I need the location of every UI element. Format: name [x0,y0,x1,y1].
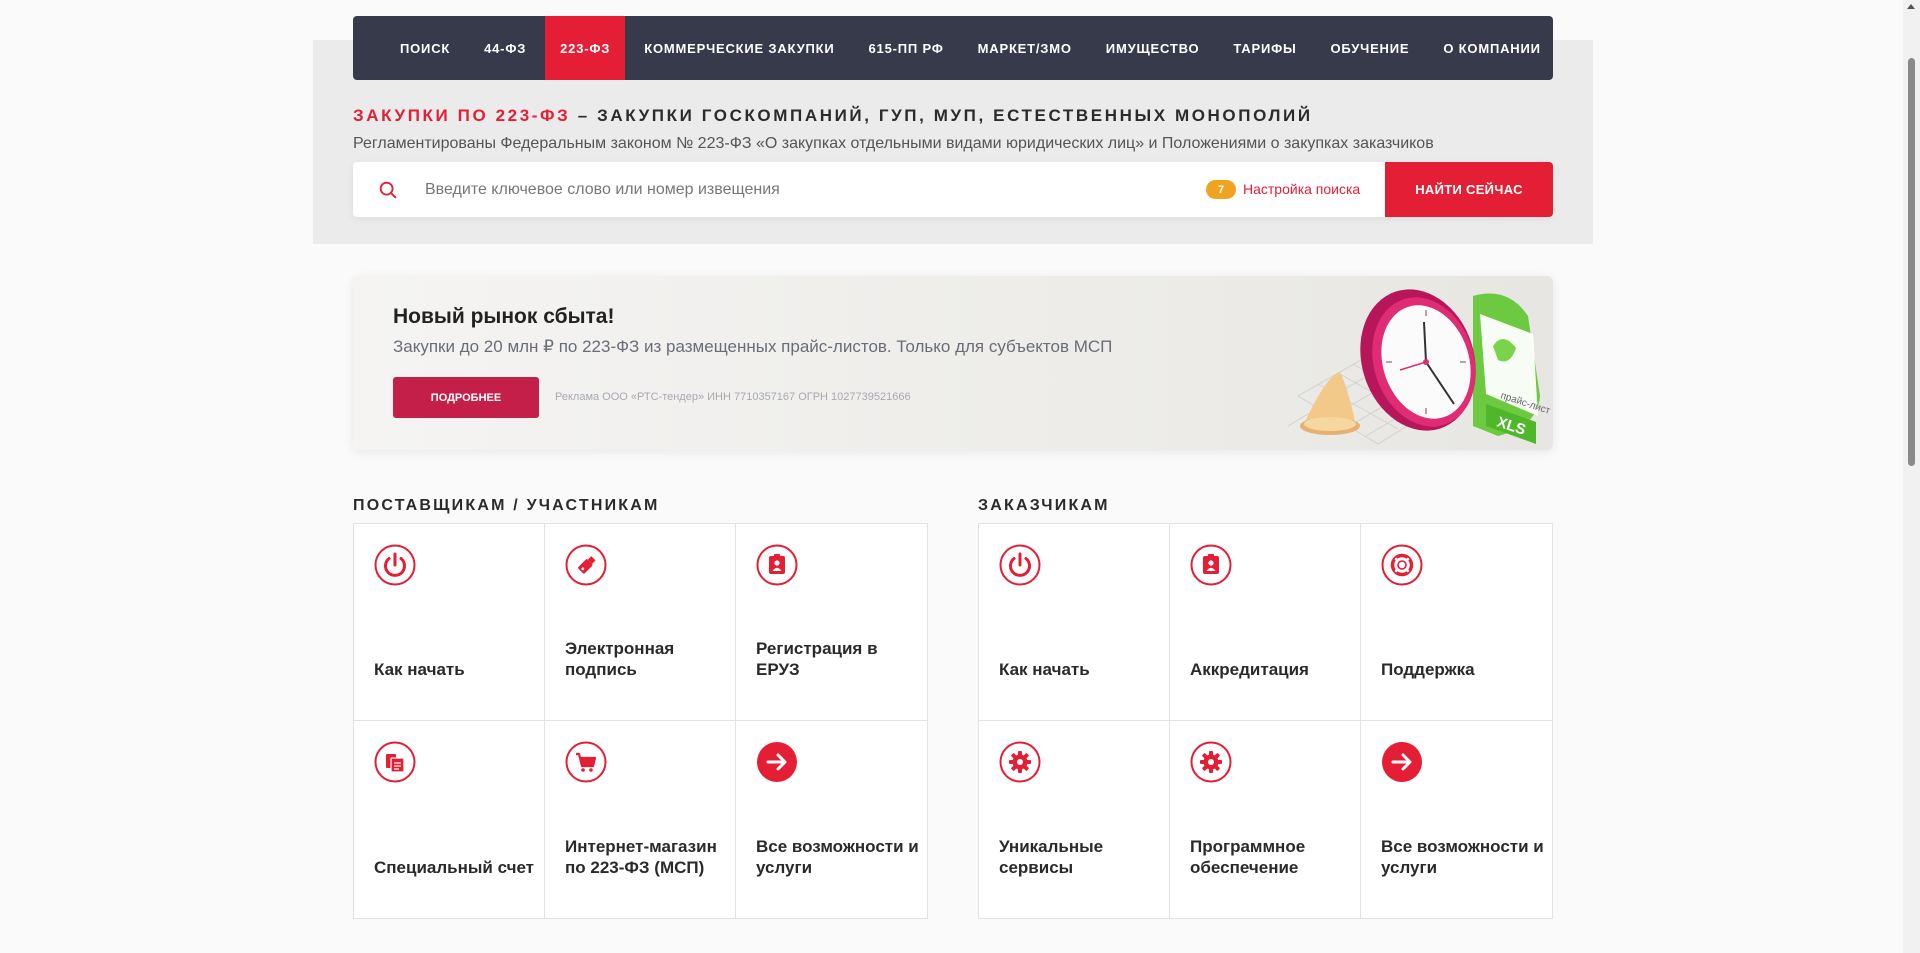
promo-title: Новый рынок сбыта! [393,305,615,328]
tile-label: Как начать [374,660,465,679]
tile-label: Поддержка [1381,660,1475,679]
tile-label: Регистрация в ЕРУЗ [756,639,878,679]
search-settings-count-badge: 7 [1206,180,1236,199]
promo-banner: Новый рынок сбыта! Закупки до 20 млн ₽ п… [353,276,1553,450]
promo-text: Закупки до 20 млн ₽ по 223-ФЗ из размеще… [393,337,1113,356]
customer-tile-support[interactable]: Поддержка [1361,524,1553,721]
supplier-tile-e-signature[interactable]: Электронная подпись [545,524,736,721]
customer-tile-how-to-start[interactable]: Как начать [979,524,1170,721]
nav-item-615pp[interactable]: 615-ПП РФ [854,16,959,80]
supplier-tile-online-store[interactable]: Интернет-магазин по 223-ФЗ (МСП) [545,721,736,919]
arrow-right-icon [1382,742,1422,782]
tile-label: Как начать [999,660,1090,679]
customer-tile-unique-services[interactable]: Уникальные сервисы [979,721,1170,919]
tile-label: Специальный счет [374,858,535,877]
supplier-tile-special-account[interactable]: Специальный счет [354,721,545,919]
scrollbar-thumb[interactable] [1908,58,1915,466]
clock-graphic [1360,289,1476,431]
power-icon [374,544,416,586]
tile-label: Программное обеспечение [1190,837,1306,877]
page-scrollbar[interactable] [1903,0,1920,953]
supplier-tile-all-services[interactable]: Все возможности и услуги [736,721,928,919]
suppliers-grid: Как начать Электронная подпись Регистрац… [353,523,928,919]
nav-item-search[interactable]: ПОИСК [385,16,465,80]
top-navigation: ПОИСК 44-ФЗ 223-ФЗ КОММЕРЧЕСКИЕ ЗАКУПКИ … [353,16,1553,80]
nav-item-about[interactable]: О КОМПАНИИ [1428,16,1555,80]
gear-icon [999,741,1041,783]
promo-illustration: прайс-лист XLS [1287,289,1552,445]
search-input[interactable] [425,162,1185,217]
usb-key-icon [565,544,607,586]
customer-tile-software[interactable]: Программное обеспечение [1170,721,1361,919]
document-stack-icon [374,741,416,783]
page-title-accent: ЗАКУПКИ ПО 223-ФЗ [353,106,571,125]
customers-section-title: ЗАКАЗЧИКАМ [978,497,1110,514]
id-badge-icon [756,544,798,586]
scroll-up-arrow-icon[interactable] [1907,4,1915,9]
page-title: ЗАКУПКИ ПО 223-ФЗ – ЗАКУПКИ ГОСКОМПАНИЙ,… [353,106,1313,126]
power-icon [999,544,1041,586]
customers-grid: Как начать Аккредитация Поддержка Уникал… [978,523,1553,919]
customer-tile-accreditation[interactable]: Аккредитация [1170,524,1361,721]
search-settings-link[interactable]: Настройка поиска [1243,180,1360,199]
arrow-right-icon [757,742,797,782]
find-now-button[interactable]: НАЙТИ СЕЙЧАС [1385,162,1553,217]
nav-item-tariffs[interactable]: ТАРИФЫ [1218,16,1311,80]
page-subtitle: Регламентированы Федеральным законом № 2… [353,135,1434,152]
id-badge-icon [1190,544,1232,586]
search-icon [379,181,397,199]
tile-label: Электронная подпись [565,639,675,679]
gear-icon [1190,741,1232,783]
tile-label: Аккредитация [1190,660,1309,679]
suppliers-section-title: ПОСТАВЩИКАМ / УЧАСТНИКАМ [353,497,660,514]
nav-item-44fz[interactable]: 44-ФЗ [469,16,541,80]
tile-label: Интернет-магазин по 223-ФЗ (МСП) [565,837,717,877]
nav-item-property[interactable]: ИМУЩЕСТВО [1091,16,1215,80]
page-title-rest: – ЗАКУПКИ ГОСКОМПАНИЙ, ГУП, МУП, ЕСТЕСТВ… [570,106,1313,125]
lifebuoy-icon [1381,544,1423,586]
nav-item-training[interactable]: ОБУЧЕНИЕ [1316,16,1425,80]
search-bar: 7 Настройка поиска НАЙТИ СЕЙЧАС [353,162,1553,217]
customer-tile-all-services[interactable]: Все возможности и услуги [1361,721,1553,919]
supplier-tile-eruz-registration[interactable]: Регистрация в ЕРУЗ [736,524,928,721]
tile-label: Все возможности и услуги [1381,837,1544,877]
tile-label: Все возможности и услуги [756,837,919,877]
tile-label: Уникальные сервисы [999,837,1104,877]
supplier-tile-how-to-start[interactable]: Как начать [354,524,545,721]
promo-more-button[interactable]: ПОДРОБНЕЕ [393,377,539,418]
cart-icon [565,741,607,783]
price-list-graphic: прайс-лист XLS [1473,293,1552,444]
nav-item-223fz[interactable]: 223-ФЗ [545,16,626,80]
nav-item-commercial[interactable]: КОММЕРЧЕСКИЕ ЗАКУПКИ [629,16,849,80]
nav-item-market[interactable]: МАРКЕТ/ЗМО [963,16,1087,80]
promo-ad-disclaimer: Реклама ООО «РТС-тендер» ИНН 7710357167 … [555,391,911,403]
